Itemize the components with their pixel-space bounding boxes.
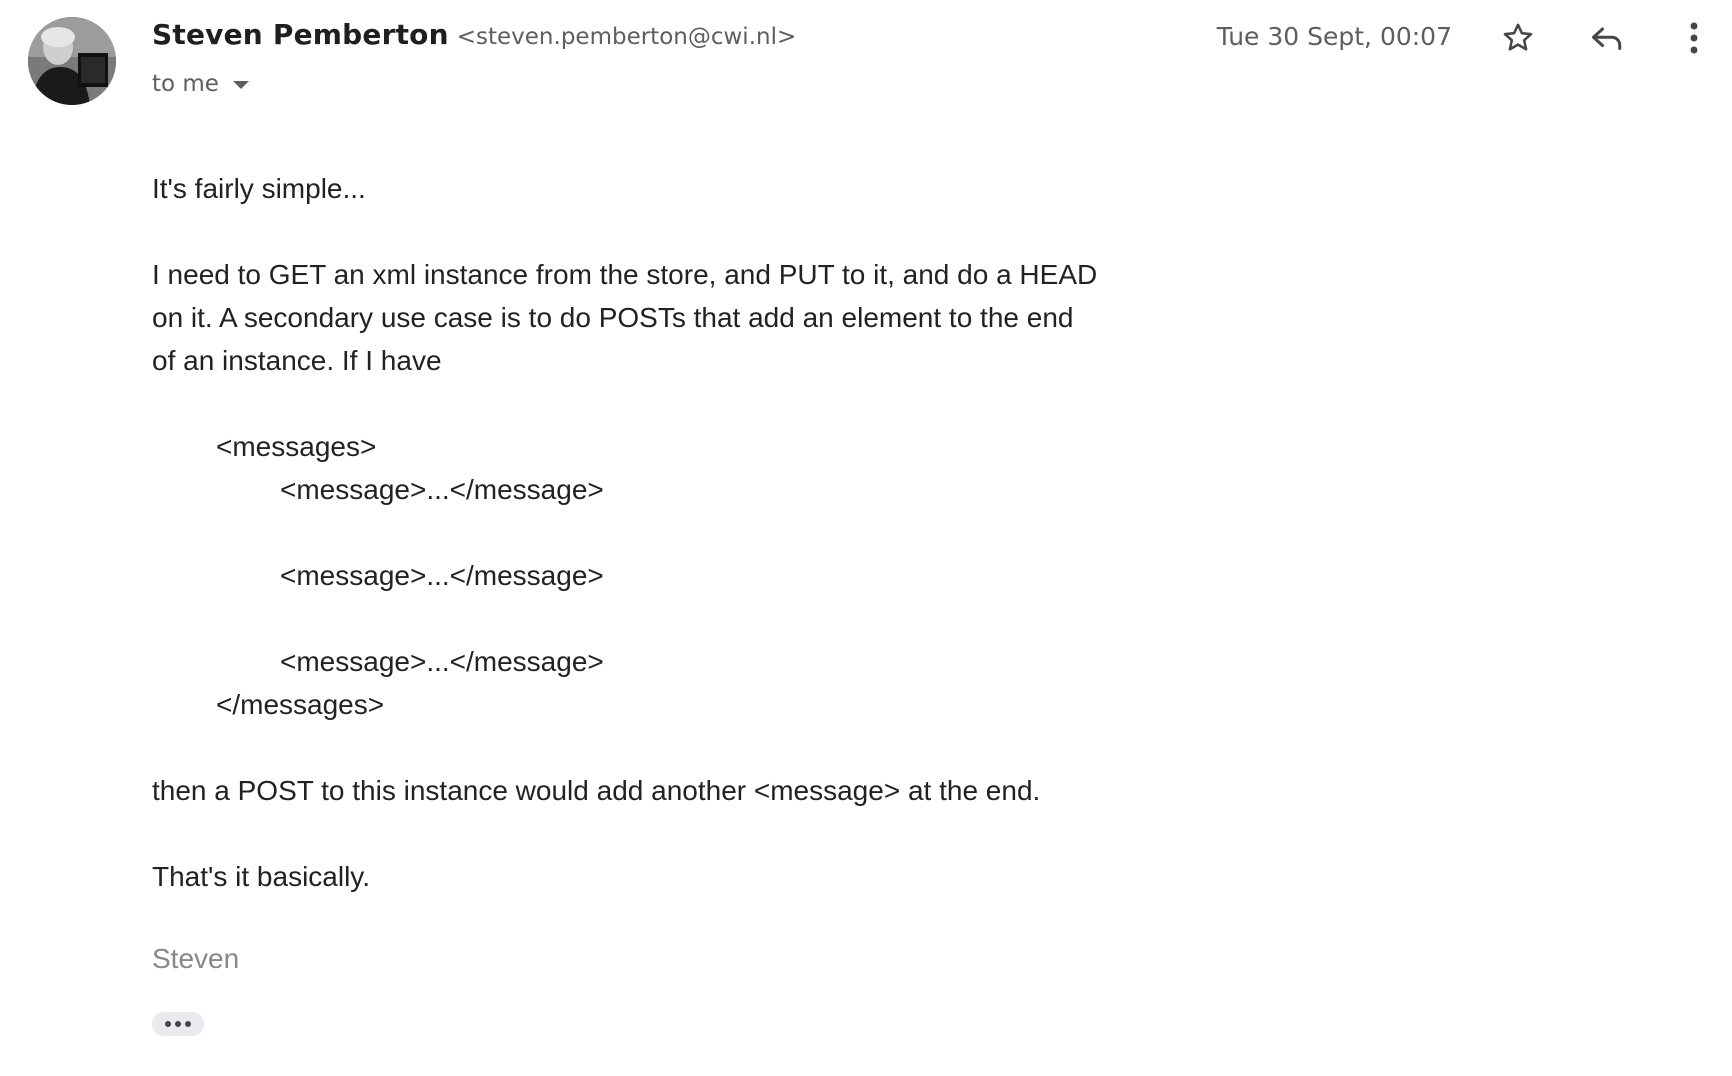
recipients-label: to me <box>152 71 219 97</box>
code-line-item: <message>...</message> <box>280 474 604 505</box>
caret-down-icon[interactable] <box>232 81 249 89</box>
reply-button[interactable] <box>1585 16 1629 60</box>
body-line: I need to GET an xml instance from the s… <box>152 259 1098 290</box>
star-outline-icon <box>1503 23 1533 51</box>
code-line-close: </messages> <box>216 689 385 720</box>
code-line-item: <message>...</message> <box>280 646 604 677</box>
sender-email: <steven.pemberton@cwi.nl> <box>456 24 797 50</box>
email-signature: Steven <box>152 943 240 974</box>
dot <box>185 1021 191 1027</box>
recipients-dropdown[interactable]: to me <box>152 68 249 100</box>
email-body: It's fairly simple... I need to GET an x… <box>152 167 1152 898</box>
more-options-button[interactable] <box>1672 16 1716 60</box>
code-line-open: <messages> <box>216 431 377 462</box>
body-line: on it. A secondary use case is to do POS… <box>152 302 1074 333</box>
more-vert-icon <box>1690 22 1698 54</box>
reply-icon <box>1592 27 1622 50</box>
body-paragraph: It's fairly simple... <box>152 173 366 204</box>
show-trimmed-content-button[interactable] <box>152 1012 204 1036</box>
sender-avatar[interactable] <box>28 17 116 105</box>
email-timestamp: Tue 30 Sept, 00:07 <box>1216 22 1452 51</box>
dot <box>175 1021 181 1027</box>
sender-line: Steven Pemberton <steven.pemberton@cwi.n… <box>152 18 796 58</box>
body-paragraph: That's it basically. <box>152 861 371 892</box>
body-paragraph: then a POST to this instance would add a… <box>152 775 1041 806</box>
avatar-photo <box>28 17 116 105</box>
body-line: of an instance. If I have <box>152 345 442 376</box>
dot <box>165 1021 171 1027</box>
star-button[interactable] <box>1496 16 1540 60</box>
sender-name[interactable]: Steven Pemberton <box>152 18 449 51</box>
code-line-item: <message>...</message> <box>280 560 604 591</box>
